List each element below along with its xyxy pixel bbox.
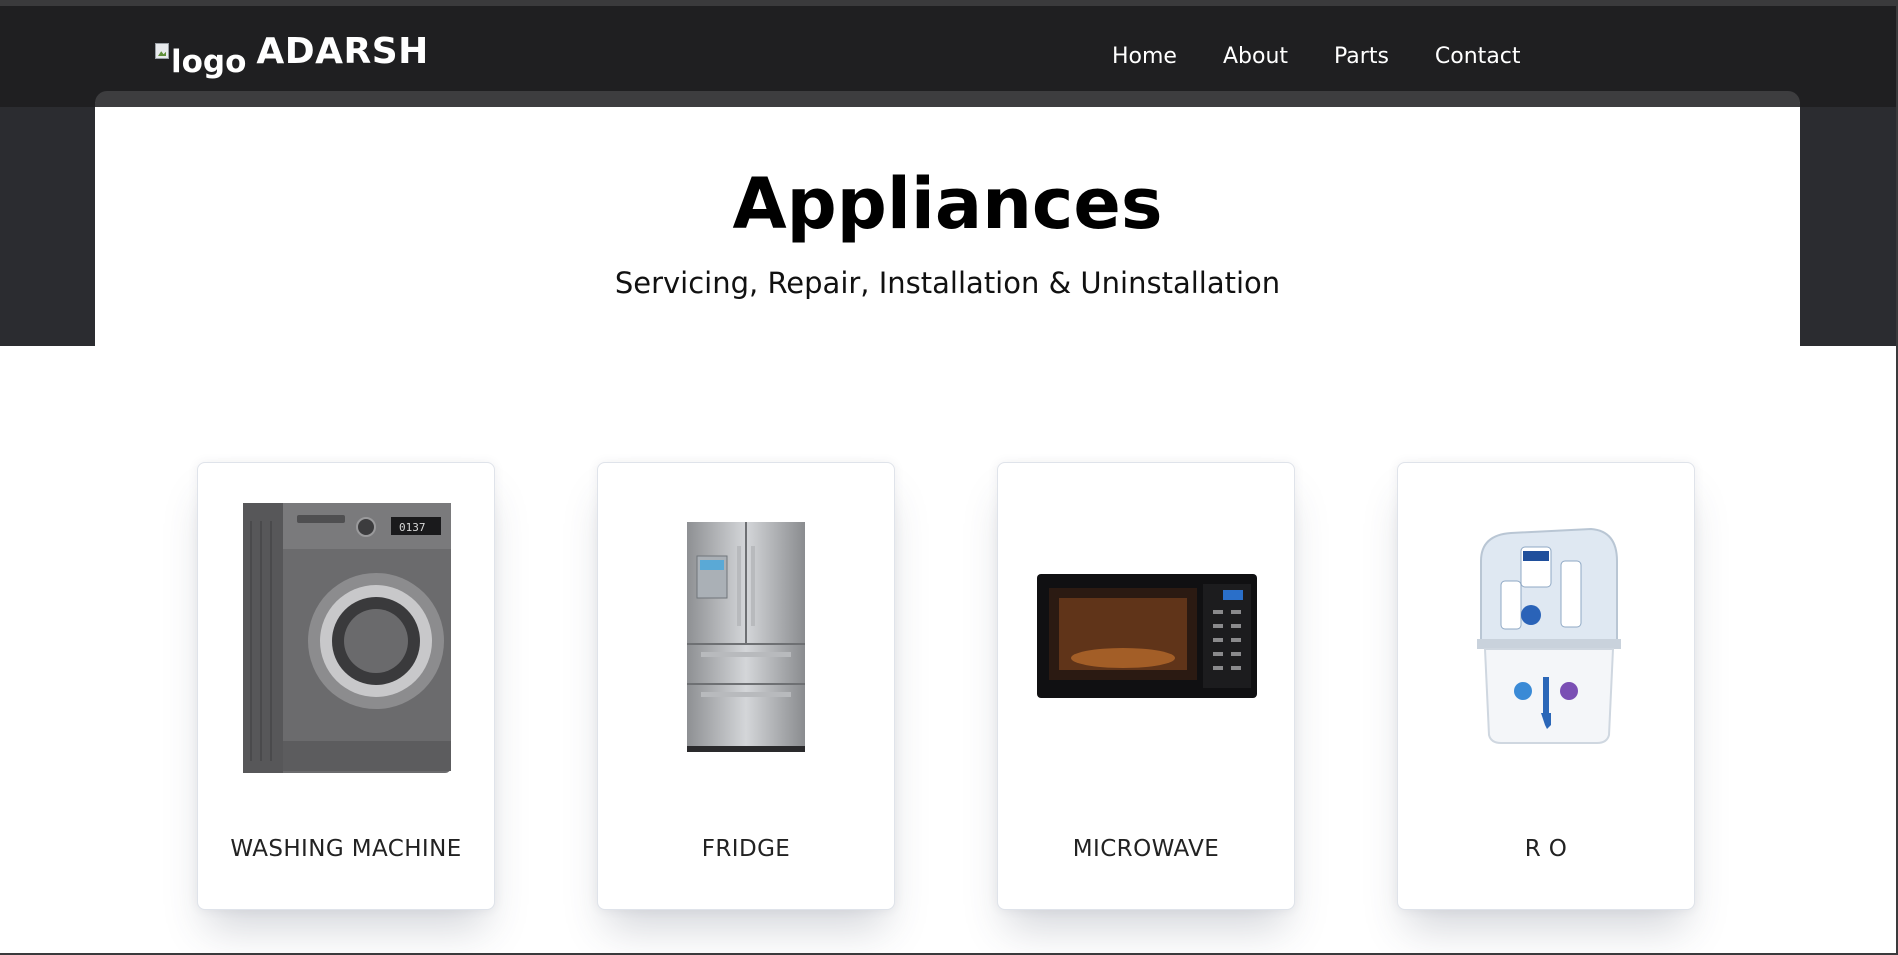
main-content-panel: Appliances Servicing, Repair, Installati…: [95, 91, 1800, 953]
brand-name[interactable]: ADARSH: [256, 34, 428, 70]
card-label: FRIDGE: [701, 836, 791, 862]
nav-link-contact[interactable]: Contact: [1435, 46, 1521, 68]
appliance-cards: 0137 WASHING MACHINE FRIDGE MICROWAVE R …: [197, 462, 1695, 910]
nav-link-parts[interactable]: Parts: [1334, 46, 1389, 68]
page-title: Appliances: [732, 163, 1163, 245]
appliance-card-fridge[interactable]: FRIDGE: [597, 462, 895, 910]
logo-image[interactable]: logo: [155, 43, 247, 80]
appliance-card-microwave[interactable]: MICROWAVE: [997, 462, 1295, 910]
logo-alt-text: logo: [171, 44, 247, 80]
appliance-card-washing-machine[interactable]: 0137 WASHING MACHINE: [197, 462, 495, 910]
brand[interactable]: logo ADARSH: [155, 34, 429, 78]
microwave-image: [998, 491, 1294, 781]
nav-menu: Home About Parts Contact: [1112, 46, 1521, 68]
card-label: MICROWAVE: [1072, 836, 1220, 862]
nav-link-home[interactable]: Home: [1112, 46, 1177, 68]
svg-text:0137: 0137: [399, 521, 426, 534]
broken-image-icon: [155, 43, 169, 59]
page-subtitle: Servicing, Repair, Installation & Uninst…: [614, 266, 1281, 300]
ro-purifier-image: [1398, 491, 1694, 781]
appliance-card-ro[interactable]: R O: [1397, 462, 1695, 910]
fridge-image: [598, 491, 894, 781]
nav-link-about[interactable]: About: [1223, 46, 1288, 68]
browser-viewport: logo ADARSH Home About Parts Contact App…: [0, 0, 1898, 955]
card-label: WASHING MACHINE: [230, 836, 462, 862]
washing-machine-image: 0137: [198, 491, 494, 781]
card-label: R O: [1524, 836, 1568, 862]
